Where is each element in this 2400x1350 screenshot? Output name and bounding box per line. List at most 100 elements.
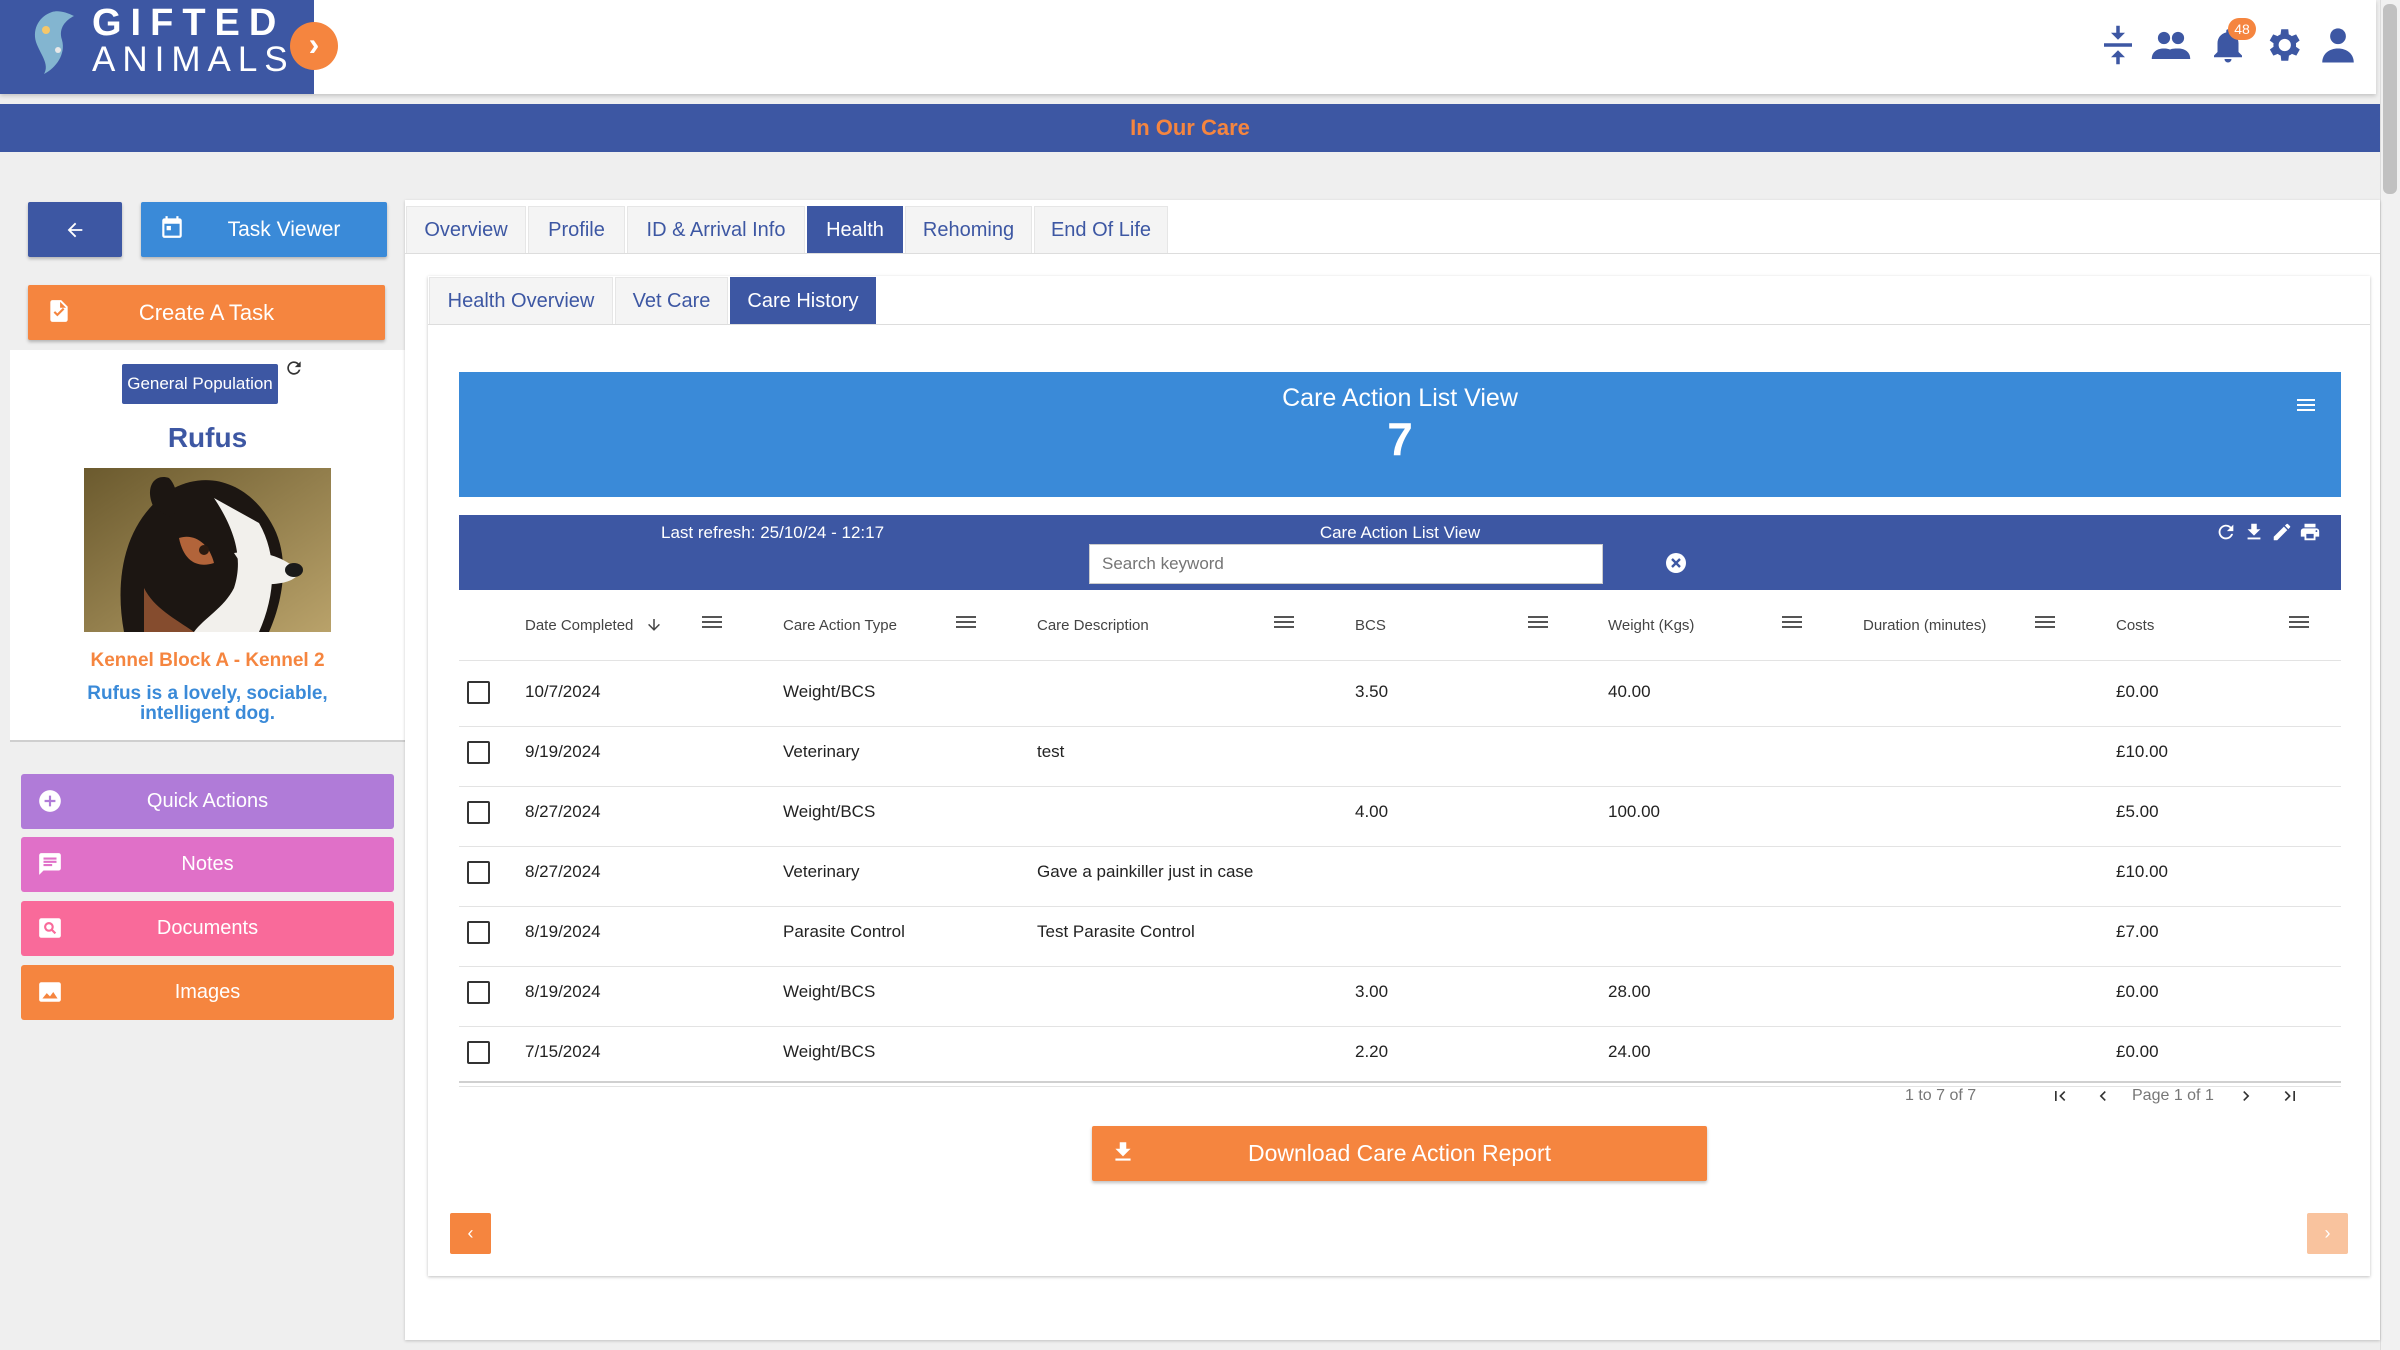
previous-section-button[interactable]: ‹ [450,1213,491,1254]
search-doc-icon [39,918,61,938]
table-cell: 8/27/2024 [525,802,601,821]
table-cell: 100.00 [1608,802,1660,821]
col-header-care-action-type[interactable]: Care Action Type [783,600,897,650]
menu-icon[interactable] [1274,614,1294,630]
menu-icon[interactable] [956,614,976,630]
animal-photo [84,468,331,632]
tab-rehoming[interactable]: Rehoming [905,206,1032,254]
list-view-title: Care Action List View [1282,384,1518,412]
table-cell: £0.00 [2116,982,2159,1001]
col-header-weight[interactable]: Weight (Kgs) [1608,600,1694,650]
gear-icon[interactable] [2262,24,2304,66]
menu-icon[interactable] [2297,398,2315,412]
images-label: Images [174,981,241,1003]
scrollbar-thumb[interactable] [2383,4,2397,194]
row-checkbox[interactable] [467,981,490,1004]
sidebar-toggle-button[interactable]: › [290,22,338,70]
top-bar [0,0,2376,94]
search-input[interactable] [1089,544,1603,584]
download-icon[interactable] [2243,521,2265,543]
table-cell: 24.00 [1608,1042,1651,1061]
quick-actions-button[interactable]: Quick Actions [21,774,394,829]
population-badge[interactable]: General Population [122,364,278,404]
documents-button[interactable]: Documents [21,901,394,956]
download-report-label: Download Care Action Report [1248,1140,1551,1166]
animal-name: Rufus [167,422,248,453]
tab-profile[interactable]: Profile [528,206,625,254]
col-header-date-completed[interactable]: Date Completed [525,600,663,650]
row-checkbox[interactable] [467,861,490,884]
sort-down-icon[interactable] [645,616,663,634]
tab-overview[interactable]: Overview [406,206,526,254]
tab-end-of-life[interactable]: End Of Life [1034,206,1168,254]
table-cell: 28.00 [1608,982,1651,1001]
table-cell: £0.00 [2116,1042,2159,1061]
col-header-care-description[interactable]: Care Description [1037,600,1149,650]
header-divider [459,660,2341,661]
edit-icon[interactable] [2271,521,2293,543]
tab-health[interactable]: Health [807,206,903,254]
print-icon[interactable] [2299,521,2321,543]
table-cell: 8/27/2024 [525,862,601,881]
table-cell: Weight/BCS [783,1042,876,1061]
row-checkbox[interactable] [467,681,490,704]
menu-icon[interactable] [2035,614,2055,630]
notes-button[interactable]: Notes [21,837,394,892]
back-button[interactable] [28,202,122,257]
comment-icon [39,853,61,875]
list-view-header: Care Action List View 7 [459,372,2341,497]
arrow-left-icon [67,222,83,237]
clear-icon[interactable] [1664,551,1688,575]
create-task-button[interactable]: Create A Task [28,285,385,340]
table-cell: £7.00 [2116,922,2159,941]
table-cell: Weight/BCS [783,682,876,701]
subtab-health-overview[interactable]: Health Overview [429,277,613,325]
row-checkbox[interactable] [467,741,490,764]
table-row-divider [459,966,2341,967]
user-icon[interactable] [2317,24,2359,66]
task-viewer-button[interactable]: Task Viewer [141,202,387,257]
table-cell: 9/19/2024 [525,742,601,761]
logo[interactable]: GIFTED ANIMALS [0,0,314,94]
menu-icon[interactable] [702,614,722,630]
calendar-icon [162,216,182,238]
first-page-icon[interactable] [2050,1086,2070,1106]
row-checkbox[interactable] [467,1041,490,1064]
subtab-care-history[interactable]: Care History [730,277,876,325]
col-header-bcs[interactable]: BCS [1355,600,1386,650]
table-row-divider [459,726,2341,727]
task-icon [50,300,68,322]
download-report-button[interactable]: Download Care Action Report [1092,1126,1707,1181]
tab-id-arrival-info[interactable]: ID & Arrival Info [627,206,805,254]
table-cell: Parasite Control [783,922,905,941]
next-page-icon[interactable] [2236,1086,2256,1106]
last-page-icon[interactable] [2280,1086,2300,1106]
toolbar-title: Care Action List View [1319,523,1481,542]
table-row-divider [459,906,2341,907]
table-cell: Veterinary [783,862,860,881]
images-button[interactable]: Images [21,965,394,1020]
logo-text-gifted: GIFTED [92,2,286,44]
page-scrollbar[interactable] [2380,0,2400,1350]
row-checkbox[interactable] [467,801,490,824]
prev-page-icon[interactable] [2093,1086,2113,1106]
image-icon [39,982,61,1002]
col-header-costs[interactable]: Costs [2116,600,2154,650]
next-section-button[interactable]: › [2307,1213,2348,1254]
table-cell: 3.50 [1355,682,1389,701]
subtab-vet-care[interactable]: Vet Care [615,277,728,325]
row-checkbox[interactable] [467,921,490,944]
notes-label: Notes [181,853,234,875]
animal-bio: Rufus is a lovely, sociable, intelligent… [87,683,328,724]
refresh-icon[interactable] [284,358,304,378]
quick-actions-label: Quick Actions [146,790,269,812]
collapse-icon[interactable] [2097,24,2139,66]
users-icon[interactable] [2150,24,2192,66]
menu-icon[interactable] [2289,614,2309,630]
refresh-icon[interactable] [2215,521,2237,543]
table-row-divider [459,846,2341,847]
table-cell: test [1037,742,1065,761]
menu-icon[interactable] [1782,614,1802,630]
col-header-duration[interactable]: Duration (minutes) [1863,600,1986,650]
menu-icon[interactable] [1528,614,1548,630]
